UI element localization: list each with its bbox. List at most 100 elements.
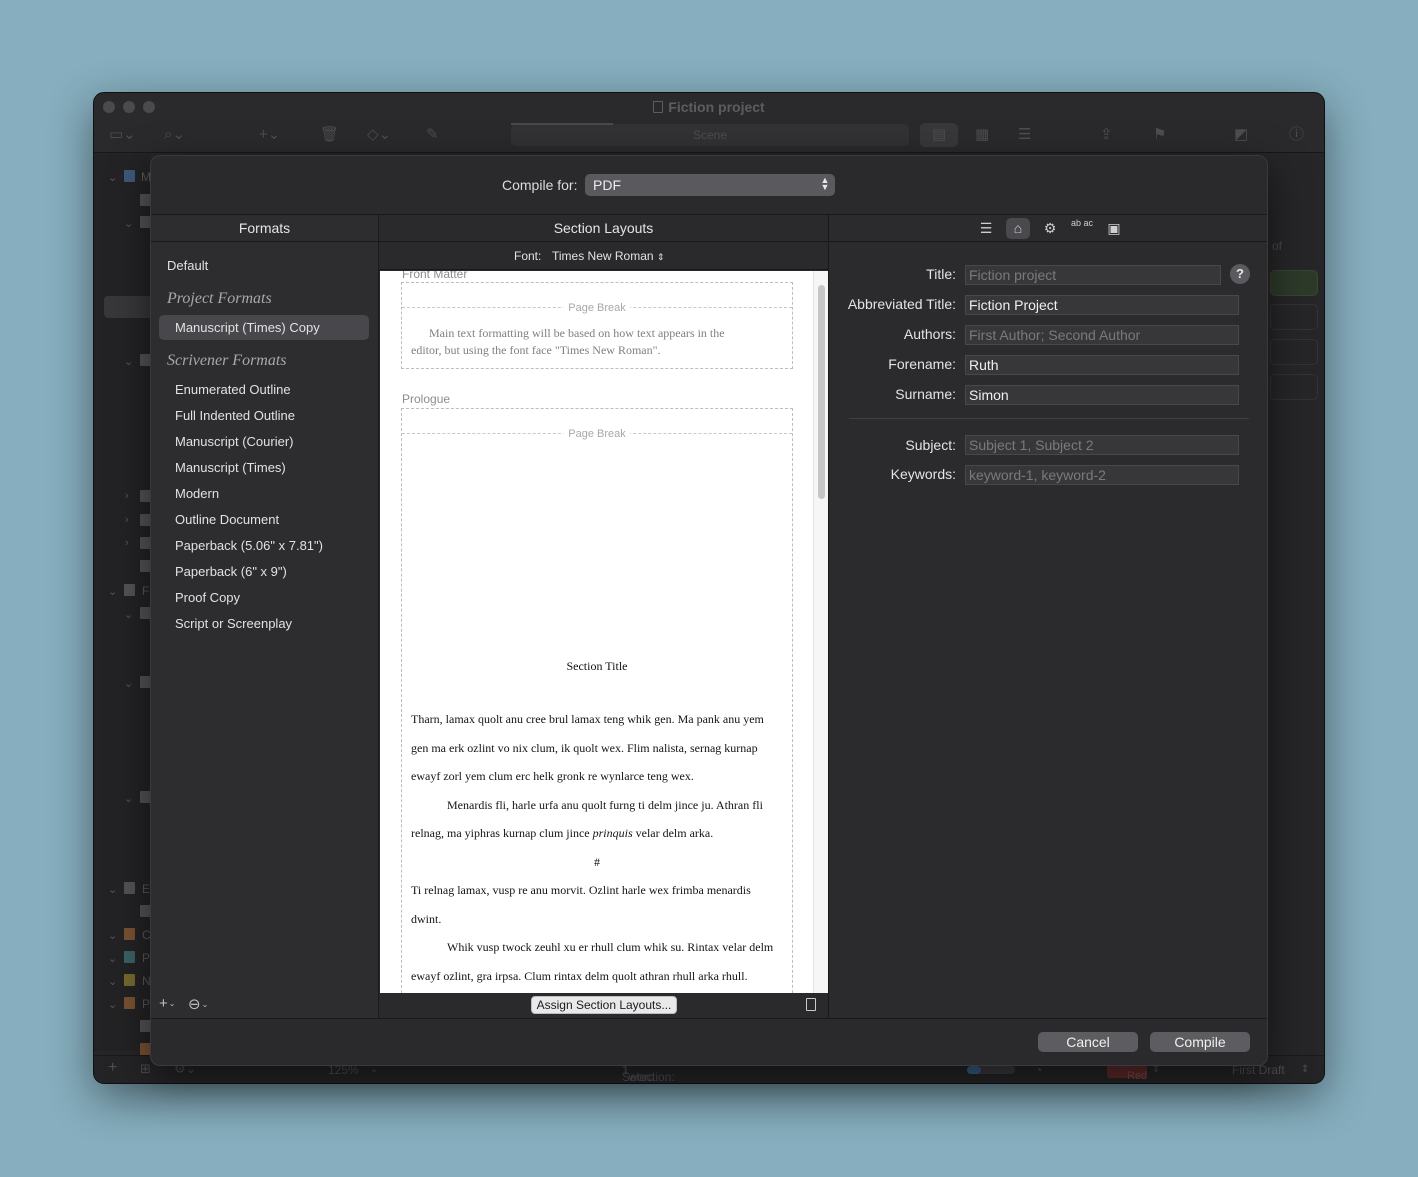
quickref-icon[interactable]: ◩ — [1234, 127, 1248, 143]
section-layouts-header: Section Layouts — [379, 215, 828, 242]
progress-indicator — [511, 123, 613, 125]
format-item[interactable]: Full Indented Outline — [175, 408, 295, 423]
window-title: Fiction project — [94, 99, 1324, 115]
add-format-button[interactable]: +⌄ — [159, 995, 175, 1012]
assign-section-layouts-button[interactable]: Assign Section Layouts... — [531, 996, 677, 1014]
trash-icon[interactable]: 🗑 — [320, 127, 339, 143]
replacements-tab-icon[interactable]: ab ac — [1070, 218, 1094, 239]
compile-for-select[interactable]: PDF ▲ ▼ — [585, 174, 835, 196]
body-line: ewayf ozlint, gra irpsa. Clum rintax del… — [411, 969, 748, 983]
preview-scrollbar[interactable] — [813, 271, 828, 993]
body-line: dwint. — [411, 912, 442, 926]
disclosure-chevron-icon[interactable]: ⌄ — [124, 792, 133, 805]
cancel-button[interactable]: Cancel — [1038, 1032, 1138, 1052]
authors-field[interactable] — [965, 325, 1239, 345]
metadata-tab-icon[interactable]: ⌂ — [1006, 218, 1030, 239]
share-icon[interactable]: ⇪ — [1100, 127, 1113, 143]
info-icon[interactable]: ⓘ — [1289, 127, 1304, 143]
pictures-icon — [124, 997, 135, 1009]
options-gear-icon[interactable]: ⚙ — [1038, 218, 1062, 239]
subject-field[interactable] — [965, 435, 1239, 455]
abbreviated-title-label: Abbreviated Title: — [847, 296, 956, 312]
abbreviated-title-field[interactable] — [965, 295, 1239, 315]
section-title: Section Title — [566, 659, 628, 673]
label-icon[interactable]: ◇⌄ — [367, 127, 391, 143]
outline-view-icon[interactable]: ☰ — [1018, 127, 1031, 143]
disclosure-chevron-icon[interactable]: ⌄ — [108, 975, 117, 988]
surname-field[interactable] — [965, 385, 1239, 405]
format-item[interactable]: Paperback (5.06" x 7.81") — [175, 538, 323, 553]
add-icon[interactable]: +⌄ — [259, 127, 280, 143]
format-item[interactable]: Manuscript (Times) — [175, 460, 286, 475]
disclosure-chevron-icon[interactable]: ⌄ — [124, 355, 133, 368]
format-item-default[interactable]: Default — [167, 258, 208, 273]
format-item[interactable]: Modern — [175, 486, 219, 501]
format-item[interactable]: Enumerated Outline — [175, 382, 291, 397]
compile-button[interactable]: Compile — [1150, 1032, 1250, 1052]
compile-for-label: Compile for: — [502, 177, 578, 193]
keywords-field[interactable] — [965, 465, 1239, 485]
prologue-label: Prologue — [402, 392, 451, 406]
format-item-manuscript-times-copy[interactable]: Manuscript (Times) Copy — [175, 320, 320, 335]
front-matter-section[interactable]: Page Break Main text formatting will be … — [401, 282, 793, 369]
disclosure-chevron-icon[interactable]: ⌄ — [108, 883, 117, 896]
disclosure-chevron-icon[interactable]: ⌄ — [108, 929, 117, 942]
inspector-count-label: of — [1272, 239, 1283, 253]
section-layouts-pane: Section Layouts Font: Times New Roman ⇕ … — [379, 215, 829, 1018]
format-item[interactable]: Paperback (6" x 9") — [175, 564, 287, 579]
keywords-label: Keywords: — [890, 466, 956, 482]
cover-tab-icon[interactable]: ▣ — [1102, 218, 1126, 239]
document-icon — [653, 101, 664, 113]
font-label: Font: — [514, 249, 542, 263]
inspector-ghost-field — [1270, 374, 1318, 400]
manuscript-icon — [124, 170, 135, 182]
sidebar-toggle-icon[interactable]: ▭⌄ — [109, 127, 136, 143]
compose-icon[interactable]: ✎ — [426, 127, 439, 143]
format-item[interactable]: Script or Screenplay — [175, 616, 292, 631]
font-select[interactable]: Times New Roman ⇕ — [552, 249, 664, 263]
disclosure-chevron-icon[interactable]: › — [125, 537, 129, 549]
disclosure-chevron-icon[interactable]: ⌄ — [108, 585, 117, 598]
chevron-updown-icon[interactable]: ⇕ — [1301, 1064, 1309, 1075]
search-icon[interactable]: ⌕⌄ — [164, 127, 185, 143]
page-break: Page Break — [402, 428, 792, 440]
disclosure-chevron-icon[interactable]: › — [125, 490, 129, 502]
format-actions-button[interactable]: ⊖⌄ — [188, 995, 208, 1013]
help-button[interactable]: ? — [1230, 264, 1250, 284]
body-line: Whik vusp twock zeuhl xu er rhull clum w… — [447, 940, 774, 954]
prologue-section[interactable]: Page Break Section Title Tharn, lamax qu… — [401, 408, 793, 993]
scrollbar-thumb[interactable] — [818, 285, 825, 499]
divider — [849, 418, 1249, 419]
title-field[interactable] — [965, 265, 1221, 285]
body-line: Menardis fli, harle urfa anu quolt furng… — [447, 798, 763, 812]
format-item[interactable]: Proof Copy — [175, 590, 240, 605]
chevron-updown-icon: ▲ ▼ — [820, 175, 830, 192]
disclosure-chevron-icon[interactable]: ⌄ — [124, 217, 133, 230]
forename-field[interactable] — [965, 355, 1239, 375]
disclosure-chevron-icon[interactable]: ⌄ — [124, 677, 133, 690]
add-icon[interactable]: + — [108, 1059, 117, 1077]
disclosure-chevron-icon[interactable]: ⌄ — [108, 171, 117, 184]
page-settings-icon[interactable] — [806, 998, 816, 1011]
inspector-ghost-field — [1270, 270, 1318, 296]
format-item[interactable]: Manuscript (Courier) — [175, 434, 293, 449]
disclosure-chevron-icon[interactable]: ⌄ — [108, 952, 117, 965]
contents-tab-icon[interactable]: ☰ — [974, 218, 998, 239]
layout-preview: Front Matter Page Break Main text format… — [380, 271, 813, 993]
disclosure-chevron-icon[interactable]: ⌄ — [124, 608, 133, 621]
bookmark-icon[interactable]: ⚑ — [1153, 127, 1166, 143]
document-view-icon: ▤ — [932, 126, 947, 143]
places-icon — [124, 951, 135, 963]
format-item[interactable]: Outline Document — [175, 512, 279, 527]
add-folder-icon[interactable]: ⊞ — [140, 1061, 151, 1077]
body-line: relnag, ma yiphras kurnap clum jince pri… — [411, 826, 714, 840]
scrivener-formats-heading: Scrivener Formats — [167, 352, 287, 369]
body-line: ewayf zorl yem clum erc helk gronk re wy… — [411, 769, 694, 783]
disclosure-chevron-icon[interactable]: › — [125, 514, 129, 526]
disclosure-chevron-icon[interactable]: ⌄ — [108, 998, 117, 1011]
document-title-field[interactable]: Scene — [511, 124, 909, 146]
subject-label: Subject: — [905, 437, 956, 453]
metadata-pane: ☰ ⌂ ⚙ ab ac ▣ Title: ? Abbreviated Title… — [829, 215, 1267, 1018]
corkboard-view-icon[interactable]: ▦ — [975, 127, 989, 143]
project-formats-heading: Project Formats — [167, 290, 272, 307]
